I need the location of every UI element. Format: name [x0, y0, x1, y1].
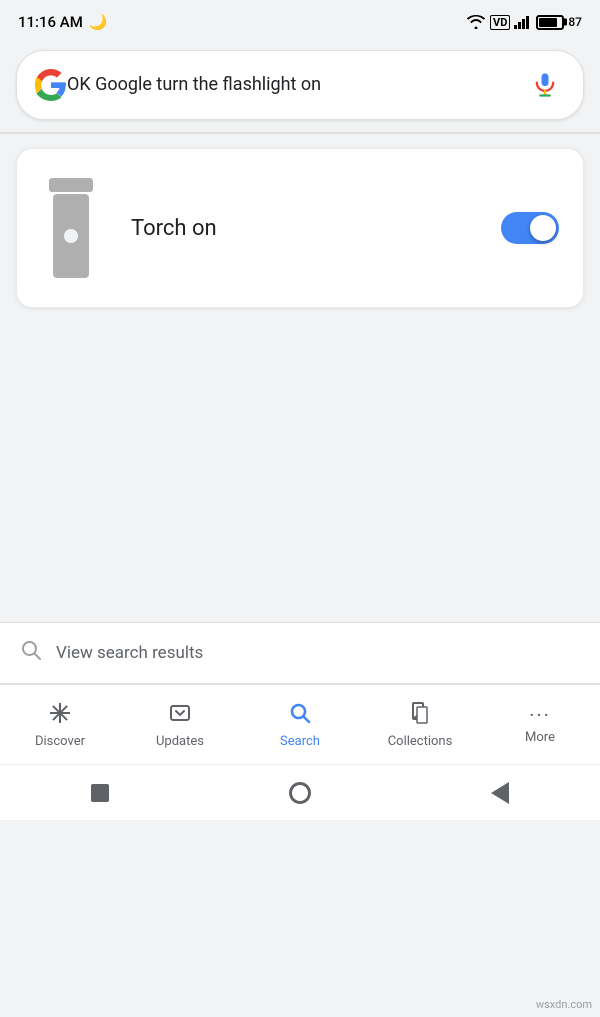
torch-card-wrapper: Torch on [0, 134, 600, 322]
search-bar-container: OK Google turn the flashlight on [0, 40, 600, 132]
view-search-results-text: View search results [56, 643, 203, 663]
battery-icon [536, 15, 564, 30]
battery-percent: 87 [568, 15, 582, 29]
triangle-icon [491, 782, 509, 804]
back-button[interactable] [486, 779, 514, 807]
moon-icon: 🌙 [89, 13, 108, 31]
square-icon [91, 784, 109, 802]
mic-button[interactable] [525, 65, 565, 105]
nav-item-search[interactable]: Search [240, 685, 360, 764]
updates-icon [168, 701, 192, 729]
view-search-results-bar[interactable]: View search results [0, 622, 600, 684]
clock-time: 11:16 AM [18, 13, 83, 31]
status-icons: VD 87 [466, 15, 582, 30]
android-nav-bar [0, 764, 600, 820]
wifi-icon [466, 15, 486, 29]
flashlight-body [53, 194, 89, 278]
nav-label-updates: Updates [156, 734, 204, 749]
volte-icon: VD [490, 15, 510, 30]
toggle-knob [530, 215, 556, 241]
discover-icon [48, 701, 72, 729]
collections-icon [408, 701, 432, 729]
nav-label-discover: Discover [35, 734, 85, 749]
search-bar[interactable]: OK Google turn the flashlight on [16, 50, 584, 120]
home-button[interactable] [286, 779, 314, 807]
torch-card: Torch on [16, 148, 584, 308]
nav-item-discover[interactable]: Discover [0, 685, 120, 764]
nav-label-more: More [525, 730, 555, 745]
flashlight-lens [64, 229, 78, 243]
mic-icon [531, 71, 559, 99]
status-bar: 11:16 AM 🌙 VD 87 [0, 0, 600, 40]
nav-item-updates[interactable]: Updates [120, 685, 240, 764]
toggle-track [501, 212, 559, 244]
flashlight-head [49, 178, 93, 192]
search-results-icon [20, 639, 42, 667]
empty-content-area [0, 322, 600, 622]
more-icon: ··· [529, 705, 551, 725]
status-time-group: 11:16 AM 🌙 [18, 13, 108, 31]
nav-item-collections[interactable]: Collections [360, 685, 480, 764]
circle-icon [289, 782, 311, 804]
flashlight-icon [41, 178, 101, 278]
watermark: wsxdn.com [536, 998, 592, 1011]
signal-icon [514, 15, 532, 29]
search-query: OK Google turn the flashlight on [67, 72, 525, 97]
google-logo [35, 69, 67, 101]
search-nav-icon [288, 701, 312, 729]
torch-label: Torch on [131, 216, 501, 241]
nav-label-search: Search [280, 734, 320, 749]
nav-label-collections: Collections [388, 734, 453, 749]
recent-apps-button[interactable] [86, 779, 114, 807]
bottom-nav: Discover Updates Search [0, 684, 600, 764]
torch-toggle[interactable] [501, 212, 559, 244]
nav-item-more[interactable]: ··· More [480, 685, 600, 764]
